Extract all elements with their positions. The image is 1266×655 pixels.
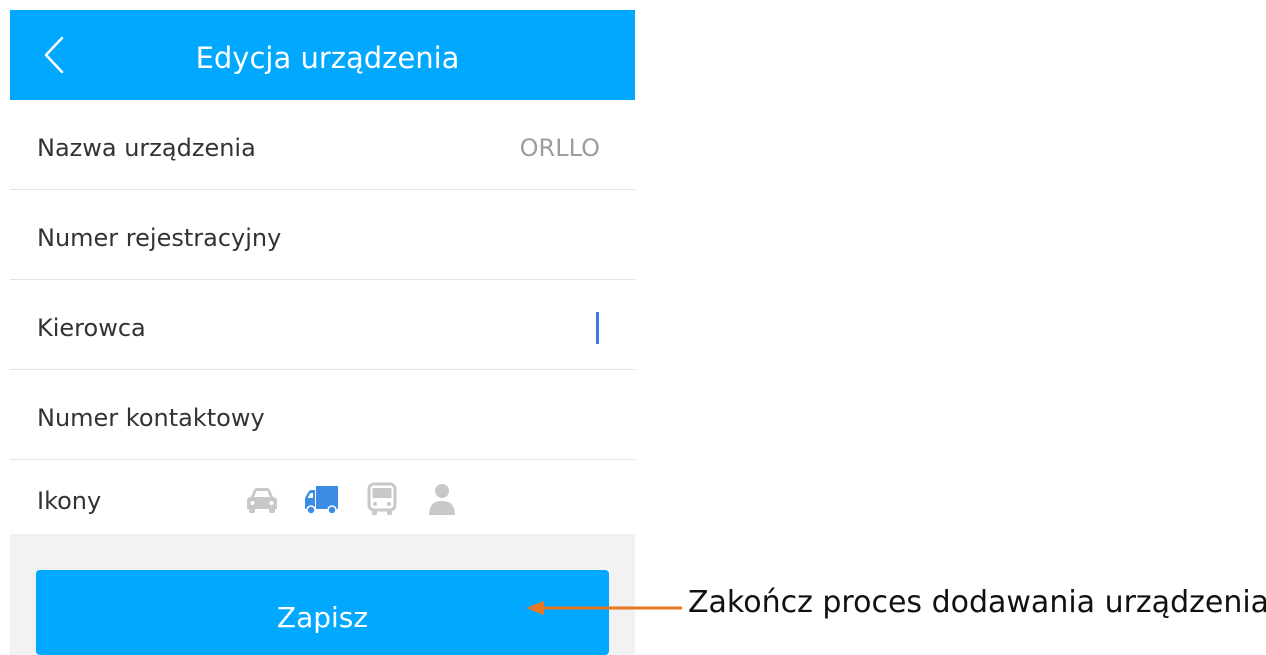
registration-number-label: Numer rejestracyjny	[37, 224, 282, 252]
device-name-label: Nazwa urządzenia	[37, 134, 256, 162]
driver-field[interactable]	[310, 302, 609, 354]
registration-number-row[interactable]: Numer rejestracyjny	[10, 190, 635, 280]
text-cursor	[596, 312, 599, 344]
device-form: Nazwa urządzenia ORLLO Numer rejestracyj…	[10, 100, 635, 534]
icon-selector	[242, 480, 482, 520]
contact-number-field[interactable]	[310, 392, 609, 444]
contact-number-row[interactable]: Numer kontaktowy	[10, 370, 635, 460]
person-icon[interactable]	[422, 480, 462, 520]
device-name-value[interactable]: ORLLO	[520, 100, 600, 196]
icons-label: Ikony	[37, 487, 102, 515]
app-header: Edycja urządzenia	[10, 10, 635, 100]
icons-row: Ikony	[10, 460, 635, 534]
contact-number-label: Numer kontaktowy	[37, 404, 265, 432]
device-edit-screen: Edycja urządzenia Nazwa urządzenia ORLLO…	[10, 10, 635, 655]
registration-number-field[interactable]	[310, 212, 609, 264]
page-title: Edycja urządzenia	[195, 41, 460, 75]
annotation-text: Zakończ proces dodawania urządzenia	[688, 585, 1266, 620]
device-name-row[interactable]: Nazwa urządzenia ORLLO	[10, 100, 635, 190]
car-icon[interactable]	[242, 480, 282, 520]
driver-label: Kierowca	[37, 314, 146, 342]
driver-row[interactable]: Kierowca	[10, 280, 635, 370]
truck-icon[interactable]	[302, 480, 342, 520]
bus-icon[interactable]	[362, 480, 402, 520]
annotation-arrow	[526, 601, 682, 615]
